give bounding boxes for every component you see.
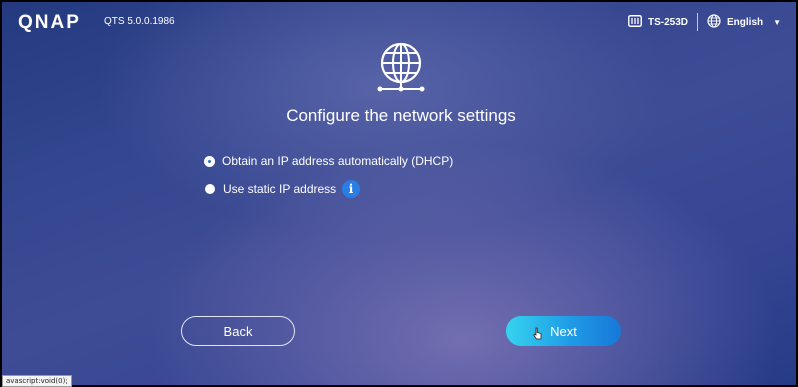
caret-down-icon: ▼	[773, 18, 782, 27]
next-button[interactable]: Next	[506, 316, 621, 346]
dhcp-radio[interactable]	[205, 156, 214, 166]
device-name: TS-253D	[648, 17, 689, 28]
back-button[interactable]: Back	[181, 316, 295, 346]
globe-icon	[707, 14, 721, 31]
nas-device-icon	[628, 15, 642, 30]
page-title: Configure the network settings	[286, 106, 516, 125]
setup-wizard-screen: QNAP QTS 5.0.0.1986 TS-253D English ▼ Co…	[2, 2, 796, 385]
globe-network-icon	[376, 41, 426, 100]
static-ip-radio[interactable]	[205, 184, 215, 194]
static-ip-option-label: Use static IP address	[223, 182, 337, 196]
header-divider	[697, 13, 698, 31]
qnap-logo: QNAP	[18, 12, 81, 33]
firmware-version: QTS 5.0.0.1986	[104, 16, 175, 27]
browser-status-bar: avascript:void(0);	[2, 375, 72, 387]
language-selector[interactable]: English ▼	[707, 14, 781, 31]
info-icon[interactable]: i	[342, 180, 360, 198]
dhcp-option-label: Obtain an IP address automatically (DHCP…	[222, 154, 454, 168]
dhcp-option[interactable]: Obtain an IP address automatically (DHCP…	[205, 154, 453, 168]
static-ip-option[interactable]: Use static IP address	[205, 182, 336, 196]
language-label: English	[727, 17, 764, 28]
device-indicator[interactable]: TS-253D	[628, 15, 688, 30]
mouse-cursor-icon	[533, 327, 542, 345]
